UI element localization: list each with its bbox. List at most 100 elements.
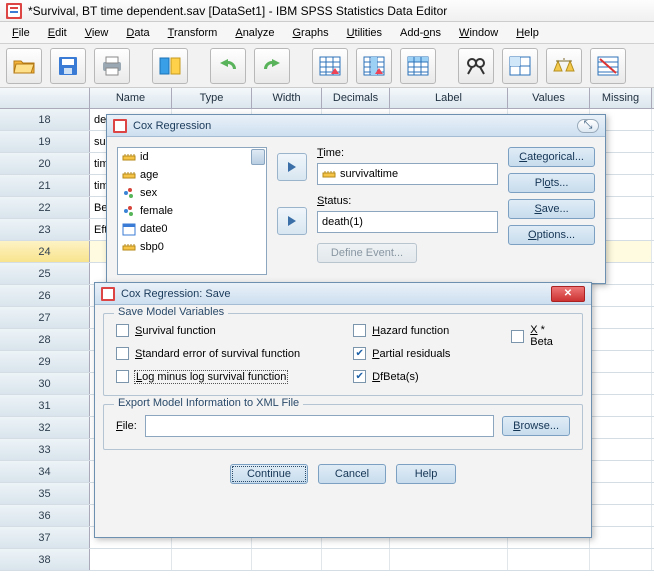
- status-field[interactable]: death(1): [317, 211, 498, 233]
- cell-missing[interactable]: [590, 505, 652, 526]
- cell-missing[interactable]: [590, 461, 652, 482]
- menu-utilities[interactable]: Utilities: [339, 24, 390, 42]
- save-dialog-close[interactable]: ✕: [551, 286, 585, 302]
- variable-item[interactable]: date0: [118, 220, 266, 238]
- categorical-button[interactable]: Categorical...: [508, 147, 595, 167]
- print-button[interactable]: [94, 48, 130, 84]
- weight-cases-button[interactable]: [546, 48, 582, 84]
- row-header[interactable]: 20: [0, 153, 90, 174]
- recall-dialog-button[interactable]: [152, 48, 188, 84]
- stderr-survival-checkbox[interactable]: Standard error of survival function: [116, 347, 323, 360]
- row-header[interactable]: 18: [0, 109, 90, 130]
- row-header[interactable]: 19: [0, 131, 90, 152]
- partial-residuals-checkbox[interactable]: Partial residuals: [353, 347, 481, 360]
- row-header[interactable]: 36: [0, 505, 90, 526]
- dfbetas-checkbox[interactable]: DfBeta(s): [353, 370, 481, 383]
- cancel-button[interactable]: Cancel: [318, 464, 386, 484]
- undo-button[interactable]: [210, 48, 246, 84]
- col-header-decimals[interactable]: Decimals: [322, 88, 390, 108]
- col-header-values[interactable]: Values: [508, 88, 590, 108]
- cell-label[interactable]: [390, 549, 508, 570]
- select-cases-button[interactable]: [590, 48, 626, 84]
- save-dialog-titlebar[interactable]: Cox Regression: Save ✕: [95, 283, 591, 305]
- survival-function-checkbox[interactable]: Survival function: [116, 324, 323, 337]
- menu-data[interactable]: Data: [118, 24, 157, 42]
- menu-graphs[interactable]: Graphs: [284, 24, 336, 42]
- time-field[interactable]: survivaltime: [317, 163, 498, 185]
- find-button[interactable]: [458, 48, 494, 84]
- cell-decimals[interactable]: [322, 549, 390, 570]
- cox-dialog-titlebar[interactable]: Cox Regression ⤡: [107, 115, 605, 137]
- goto-variable-button[interactable]: [356, 48, 392, 84]
- row-header[interactable]: 24: [0, 241, 90, 262]
- cell-missing[interactable]: [590, 483, 652, 504]
- cell-width[interactable]: [252, 549, 322, 570]
- row-header[interactable]: 34: [0, 461, 90, 482]
- cell-missing[interactable]: [590, 285, 652, 306]
- variable-item[interactable]: age: [118, 166, 266, 184]
- redo-button[interactable]: [254, 48, 290, 84]
- menu-edit[interactable]: Edit: [40, 24, 75, 42]
- cell-name[interactable]: [90, 549, 172, 570]
- cell-missing[interactable]: [590, 373, 652, 394]
- menu-window[interactable]: Window: [451, 24, 506, 42]
- cell-missing[interactable]: [590, 439, 652, 460]
- cell-missing[interactable]: [590, 417, 652, 438]
- row-header[interactable]: 21: [0, 175, 90, 196]
- loglog-survival-checkbox[interactable]: Log minus log survival function: [116, 370, 323, 383]
- row-header[interactable]: 32: [0, 417, 90, 438]
- row-header[interactable]: 28: [0, 329, 90, 350]
- menu-transform[interactable]: Transform: [160, 24, 226, 42]
- grid-row[interactable]: 38: [0, 549, 654, 571]
- file-input[interactable]: [145, 415, 494, 437]
- cell-missing[interactable]: [590, 307, 652, 328]
- browse-button[interactable]: Browse...: [502, 416, 570, 436]
- variable-item[interactable]: sbp0: [118, 238, 266, 256]
- menu-view[interactable]: View: [77, 24, 117, 42]
- row-header[interactable]: 23: [0, 219, 90, 240]
- menu-help[interactable]: Help: [508, 24, 547, 42]
- move-to-status-button[interactable]: [277, 207, 307, 235]
- save-button[interactable]: [50, 48, 86, 84]
- variable-item[interactable]: female: [118, 202, 266, 220]
- move-to-time-button[interactable]: [277, 153, 307, 181]
- row-header[interactable]: 33: [0, 439, 90, 460]
- cell-missing[interactable]: [590, 329, 652, 350]
- cell-values[interactable]: [508, 549, 590, 570]
- col-header-name[interactable]: Name: [90, 88, 172, 108]
- row-header[interactable]: 27: [0, 307, 90, 328]
- col-header-width[interactable]: Width: [252, 88, 322, 108]
- col-header-missing[interactable]: Missing: [590, 88, 652, 108]
- col-header-type[interactable]: Type: [172, 88, 252, 108]
- cell-missing[interactable]: [590, 351, 652, 372]
- scrollbar-thumb[interactable]: [251, 149, 265, 165]
- row-header[interactable]: 31: [0, 395, 90, 416]
- cell-type[interactable]: [172, 549, 252, 570]
- row-header[interactable]: 37: [0, 527, 90, 548]
- plots-button[interactable]: Plots...: [508, 173, 595, 193]
- continue-button[interactable]: Continue: [230, 464, 308, 484]
- row-header[interactable]: 35: [0, 483, 90, 504]
- row-header[interactable]: 25: [0, 263, 90, 284]
- row-header[interactable]: 38: [0, 549, 90, 570]
- row-header[interactable]: 30: [0, 373, 90, 394]
- col-header-label[interactable]: Label: [390, 88, 508, 108]
- variable-item[interactable]: sex: [118, 184, 266, 202]
- variables-button[interactable]: [400, 48, 436, 84]
- options-button[interactable]: Options...: [508, 225, 595, 245]
- menu-addons[interactable]: Add-ons: [392, 24, 449, 42]
- hazard-function-checkbox[interactable]: Hazard function: [353, 324, 481, 337]
- row-header[interactable]: 29: [0, 351, 90, 372]
- goto-case-button[interactable]: [312, 48, 348, 84]
- cox-variable-list[interactable]: idagesexfemaledate0sbp0: [117, 147, 267, 275]
- row-header[interactable]: 22: [0, 197, 90, 218]
- x-beta-checkbox[interactable]: X * Beta: [511, 324, 570, 348]
- menu-analyze[interactable]: Analyze: [227, 24, 282, 42]
- cox-dialog-minimize[interactable]: ⤡: [577, 119, 599, 133]
- menu-file[interactable]: File: [4, 24, 38, 42]
- help-button[interactable]: Help: [396, 464, 456, 484]
- variable-item[interactable]: id: [118, 148, 266, 166]
- open-button[interactable]: [6, 48, 42, 84]
- cell-missing[interactable]: [590, 527, 652, 548]
- cell-missing[interactable]: [590, 395, 652, 416]
